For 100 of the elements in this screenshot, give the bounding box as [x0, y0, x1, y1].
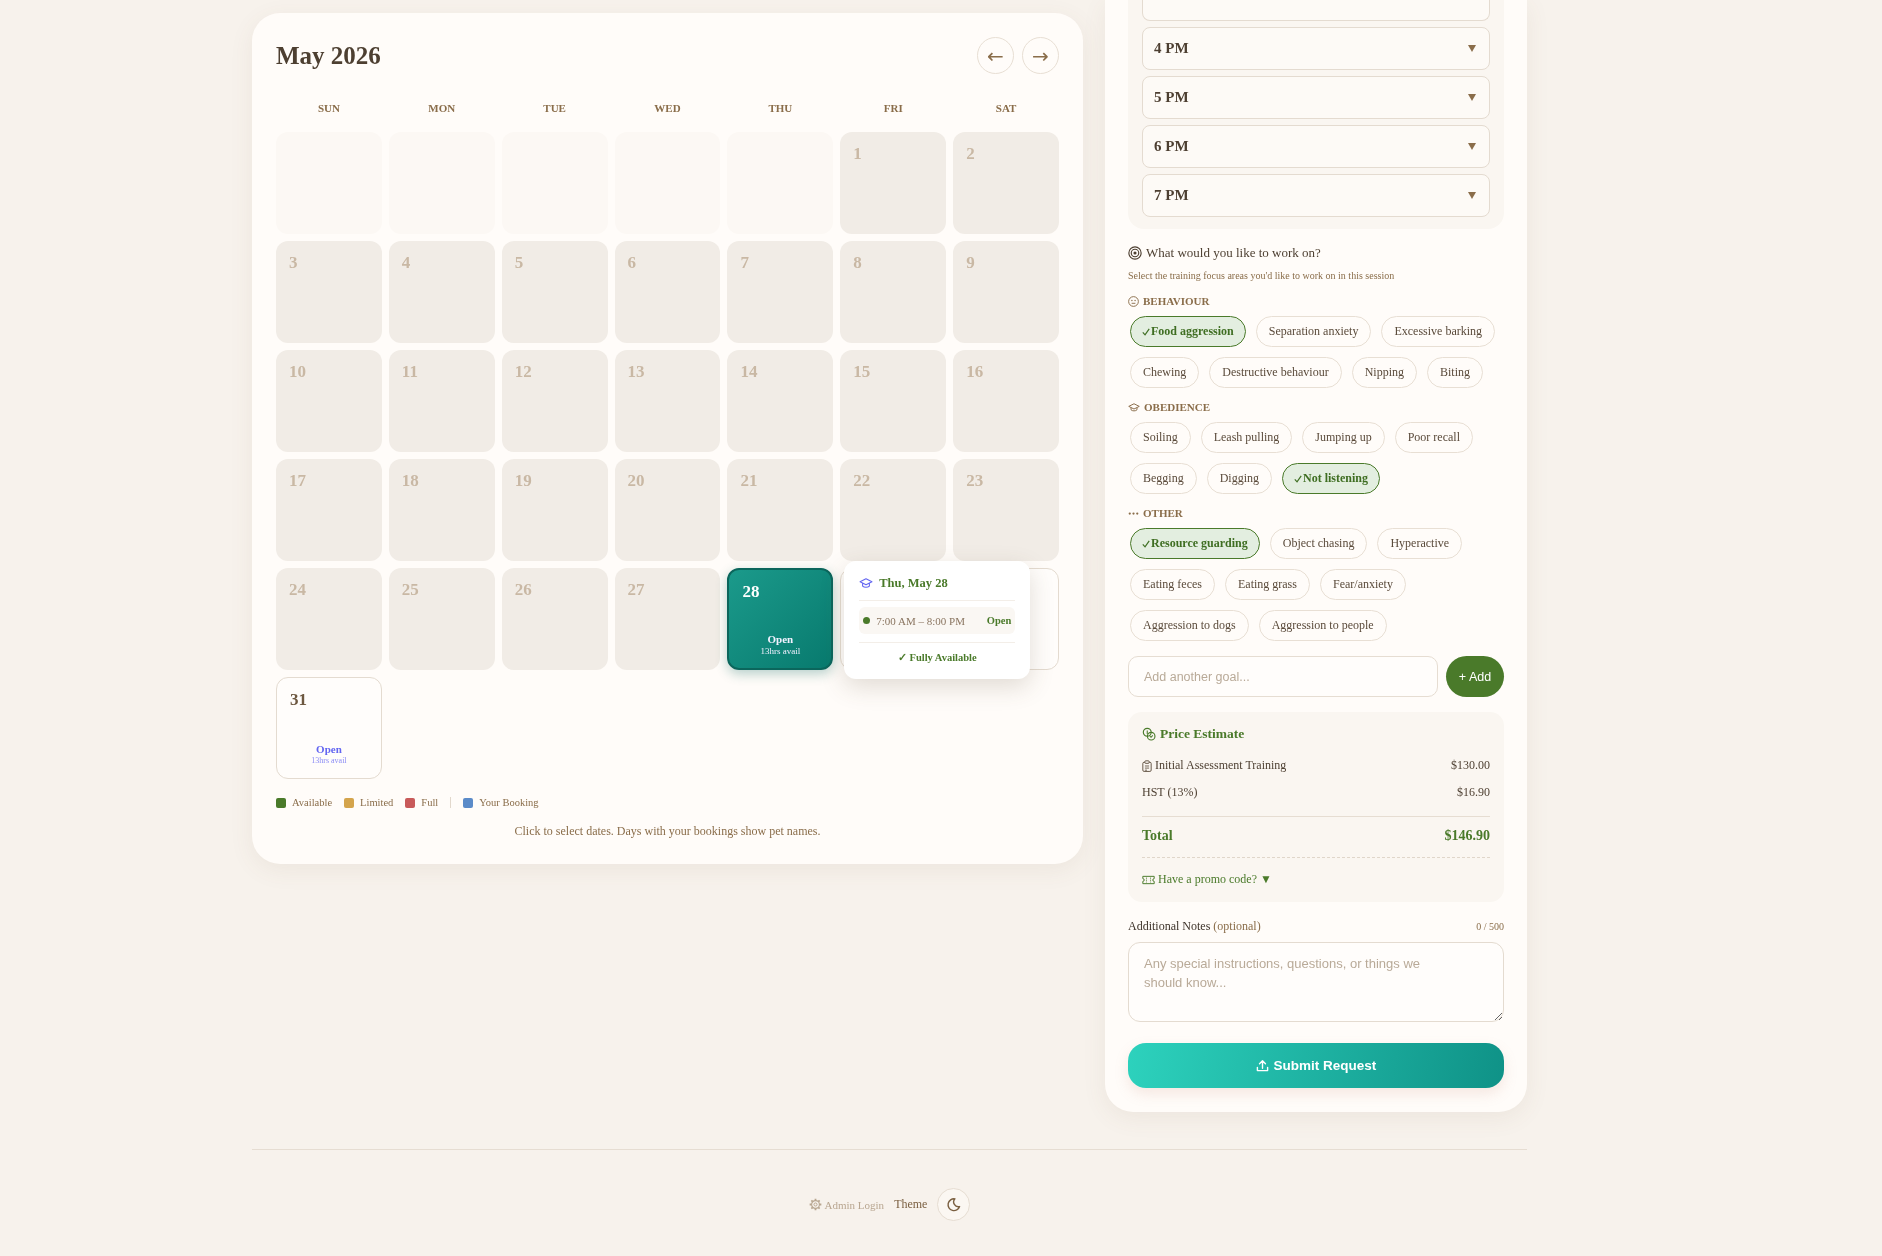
notes-field[interactable]: Any special instructions, questions, or things we should know... — [1128, 942, 1504, 1022]
day-number: 26 — [514, 580, 532, 600]
neutral-face-icon — [1128, 296, 1139, 307]
day-cell[interactable]: 31 Open 13hrs avail — [276, 677, 382, 779]
day-number: 11 — [401, 362, 418, 382]
caret-icon — [1468, 192, 1476, 199]
submit-button[interactable]: Submit Request — [1128, 1043, 1504, 1088]
day-number: 23 — [966, 471, 984, 491]
goal-chip[interactable]: Nipping — [1351, 357, 1417, 388]
day-number: 8 — [853, 253, 862, 273]
day-number: 10 — [289, 362, 306, 382]
previous-month-button[interactable]: ← — [977, 37, 1014, 74]
next-month-button[interactable]: → — [1022, 37, 1059, 74]
goal-chip[interactable]: Aggression to dogs — [1130, 610, 1249, 641]
goal-chip[interactable]: Begging — [1130, 463, 1197, 494]
day-number: 27 — [627, 580, 645, 600]
moon-icon — [946, 1197, 962, 1212]
check-icon — [1142, 327, 1150, 336]
day-number: 6 — [627, 253, 637, 273]
line-item-label: Initial Assessment Training — [1155, 758, 1287, 773]
day-number: 28 — [742, 582, 760, 602]
goal-chip[interactable]: Biting — [1427, 357, 1483, 388]
line-item-label: HST (13%) — [1142, 785, 1198, 800]
goal-chip[interactable]: Soiling — [1130, 422, 1191, 453]
theme-label: Theme — [894, 1197, 928, 1212]
caret-icon — [1468, 45, 1476, 52]
availability-summary: ✓ Fully Available — [859, 642, 1016, 665]
goal-chip[interactable]: Chewing — [1130, 357, 1200, 388]
day-number: 15 — [853, 362, 871, 382]
time-dropdown[interactable]: 4 PM — [1142, 27, 1490, 70]
goal-chip[interactable]: Hyperactive — [1377, 528, 1463, 559]
dropdown-field[interactable] — [1142, 0, 1490, 21]
goal-chip[interactable]: Fear/anxiety — [1319, 569, 1406, 600]
goal-chip[interactable]: Food aggression — [1130, 316, 1246, 347]
goal-chip[interactable]: Excessive barking — [1381, 316, 1496, 347]
goal-input-field[interactable]: Add another goal... — [1128, 656, 1438, 697]
goal-chip[interactable]: Destructive behaviour — [1209, 357, 1342, 388]
day-number: 17 — [289, 471, 306, 491]
line-item-amount: $16.90 — [1457, 785, 1490, 800]
goal-chip[interactable]: Resource guarding — [1130, 528, 1260, 559]
day-number: 1 — [853, 144, 862, 164]
time-dropdown[interactable]: 6 PM — [1142, 125, 1490, 168]
goal-chip[interactable]: Separation anxiety — [1255, 316, 1372, 347]
total-amount: $146.90 — [1444, 827, 1490, 845]
goal-chip[interactable]: Poor recall — [1394, 422, 1473, 453]
day-number: 19 — [514, 471, 532, 491]
settings-icon — [808, 1198, 822, 1211]
day-cell[interactable]: 28 Open 13hrs avail — [727, 568, 834, 670]
goal-chip[interactable]: Eating feces — [1130, 569, 1215, 600]
promo-code-toggle[interactable]: Have a promo code? ▼ — [1142, 872, 1272, 887]
time-dropdown[interactable]: 7 PM — [1142, 174, 1490, 217]
day-number: 16 — [966, 362, 984, 382]
day-status: Open — [316, 743, 342, 756]
graduation-cap-icon — [1128, 403, 1140, 412]
graduation-cap-icon — [859, 577, 874, 589]
theme-toggle-button[interactable] — [937, 1188, 971, 1221]
weekday-label: TUE — [543, 102, 566, 115]
calendar-hint: Click to select dates. Days with your bookings show pet names. — [513, 824, 822, 838]
goal-chip[interactable]: Eating grass — [1224, 569, 1310, 600]
tooltip-date: Thu, May 28 — [879, 575, 948, 591]
legend-label: Full — [421, 796, 439, 809]
goal-chip[interactable]: Jumping up — [1302, 422, 1385, 453]
goal-chip[interactable]: Object chasing — [1269, 528, 1368, 559]
caret-icon — [1468, 94, 1476, 101]
day-number: 2 — [966, 144, 975, 164]
check-icon — [1142, 539, 1150, 548]
goal-chip[interactable]: Aggression to people — [1258, 610, 1387, 641]
weekday-label: THU — [768, 102, 793, 115]
time-value: 4 PM — [1154, 40, 1189, 57]
category-title: OBEDIENCE — [1144, 401, 1211, 414]
notes-label: Additional Notes (optional) — [1128, 919, 1261, 934]
weekday-label: SAT — [995, 102, 1017, 115]
time-dropdown[interactable]: 5 PM — [1142, 76, 1490, 119]
time-value: 5 PM — [1154, 89, 1189, 106]
weekday-label: SUN — [317, 102, 340, 115]
day-number: 22 — [853, 471, 871, 491]
coins-icon — [1142, 726, 1156, 741]
status-dot-icon — [863, 617, 871, 624]
target-icon — [1128, 246, 1142, 260]
check-icon — [1294, 474, 1302, 483]
legend-label: Limited — [360, 796, 394, 809]
time-value: 6 PM — [1154, 138, 1189, 155]
goal-chip[interactable]: Not listening — [1282, 463, 1381, 494]
day-number: 31 — [290, 690, 307, 710]
goal-chip[interactable]: Digging — [1206, 463, 1272, 494]
goal-chip[interactable]: Leash pulling — [1200, 422, 1293, 453]
category-title: OTHER — [1143, 507, 1183, 520]
day-number: 7 — [740, 253, 749, 273]
weekday-label: FRI — [883, 102, 903, 115]
section-subtitle: Select the training focus areas you'd like to work on in this session — [1128, 270, 1396, 282]
day-number: 25 — [401, 580, 419, 600]
day-number: 24 — [289, 580, 306, 600]
price-title: Price Estimate — [1160, 725, 1245, 742]
add-goal-button[interactable]: + Add — [1446, 656, 1504, 697]
day-number: 12 — [514, 362, 532, 382]
character-counter: 0 / 500 — [1476, 921, 1504, 932]
slot-status: Open — [986, 615, 1012, 626]
month-title: May 2026 — [276, 41, 381, 70]
day-number: 3 — [289, 253, 298, 273]
time-value: 7 PM — [1154, 187, 1189, 204]
